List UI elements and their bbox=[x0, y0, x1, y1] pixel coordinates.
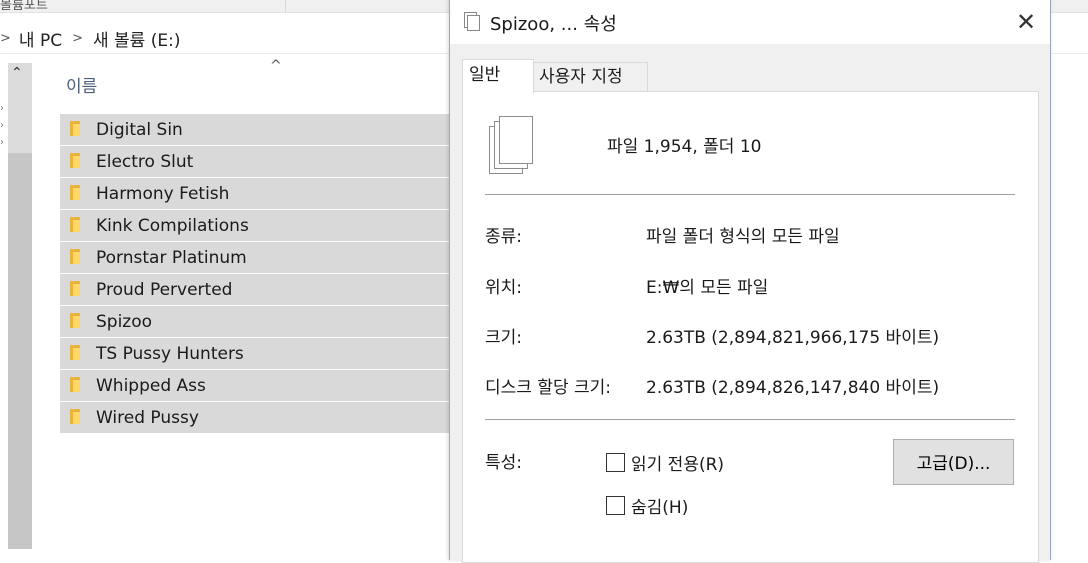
multiple-files-icon bbox=[489, 114, 539, 180]
location-value: E:₩의 모든 파일 bbox=[646, 278, 769, 298]
chevron-right-icon[interactable]: > bbox=[0, 31, 11, 46]
breadcrumb-drive[interactable]: 새 볼륨 (E:) bbox=[93, 26, 180, 51]
file-list: Digital Sin Electro Slut Harmony Fetish … bbox=[60, 114, 450, 434]
folder-name[interactable]: Wired Pussy bbox=[96, 408, 199, 428]
folder-name[interactable]: Pornstar Platinum bbox=[96, 248, 247, 268]
readonly-checkbox[interactable]: 읽기 전용(R) bbox=[606, 450, 724, 475]
folder-name[interactable]: Digital Sin bbox=[96, 120, 183, 140]
folder-icon bbox=[70, 345, 80, 360]
location-label: 위치: bbox=[485, 278, 523, 298]
list-item[interactable]: Electro Slut bbox=[60, 146, 450, 177]
readonly-label[interactable]: 읽기 전용(R) bbox=[631, 450, 724, 475]
scroll-up-icon[interactable]: ⌃ bbox=[11, 65, 23, 81]
tab-customize[interactable]: 사용자 지정 bbox=[532, 62, 648, 92]
folder-icon bbox=[70, 121, 80, 136]
size-value: 2.63TB (2,894,821,966,175 바이트) bbox=[646, 328, 940, 348]
properties-dialog: Spizoo, ... 속성 ✕ 일반 사용자 지정 파일 1,954, 폴더 … bbox=[449, 0, 1051, 563]
folder-name[interactable]: Kink Compilations bbox=[96, 216, 249, 236]
type-label: 종류: bbox=[485, 227, 523, 247]
folder-icon bbox=[70, 377, 80, 392]
files-icon bbox=[464, 12, 480, 32]
list-item[interactable]: Harmony Fetish bbox=[60, 178, 450, 209]
checkbox-box[interactable] bbox=[606, 496, 625, 515]
list-item[interactable]: Kink Compilations bbox=[60, 210, 450, 241]
folder-name[interactable]: Whipped Ass bbox=[96, 376, 206, 396]
list-item[interactable]: Pornstar Platinum bbox=[60, 242, 450, 273]
header-divider bbox=[285, 0, 286, 12]
sort-ascending-icon: ^ bbox=[270, 58, 282, 74]
divider bbox=[485, 419, 1015, 420]
folder-name[interactable]: Harmony Fetish bbox=[96, 184, 229, 204]
folder-icon bbox=[70, 281, 80, 296]
breadcrumb-pc[interactable]: 내 PC bbox=[19, 26, 62, 51]
disk-size-value: 2.63TB (2,894,826,147,840 바이트) bbox=[646, 378, 940, 398]
list-item[interactable]: TS Pussy Hunters bbox=[60, 338, 450, 369]
list-item[interactable]: Proud Perverted bbox=[60, 274, 450, 305]
folder-icon bbox=[70, 185, 80, 200]
folder-name[interactable]: Proud Perverted bbox=[96, 280, 232, 300]
folder-icon bbox=[70, 409, 80, 424]
column-header-name[interactable]: 이름 bbox=[66, 72, 97, 97]
nav-pane-edge: › › › bbox=[0, 103, 4, 148]
folder-icon bbox=[70, 249, 80, 264]
checkbox-box[interactable] bbox=[606, 453, 625, 472]
folder-icon bbox=[70, 153, 80, 168]
nav-scrollbar[interactable]: ⌃ bbox=[8, 63, 32, 549]
folder-name[interactable]: TS Pussy Hunters bbox=[96, 344, 244, 364]
header-strip-text: 볼륨포트 bbox=[0, 0, 48, 13]
dialog-titlebar[interactable]: Spizoo, ... 속성 ✕ bbox=[450, 0, 1050, 44]
list-item[interactable]: Wired Pussy bbox=[60, 402, 450, 433]
list-item[interactable]: Digital Sin bbox=[60, 114, 450, 145]
folder-icon bbox=[70, 313, 80, 328]
folder-name[interactable]: Electro Slut bbox=[96, 152, 193, 172]
close-icon[interactable]: ✕ bbox=[1006, 6, 1046, 38]
tab-general[interactable]: 일반 bbox=[462, 59, 534, 93]
breadcrumb[interactable]: > 내 PC > 새 볼륨 (E:) bbox=[0, 24, 180, 52]
scrollbar-thumb[interactable] bbox=[8, 153, 32, 549]
dialog-title: Spizoo, ... 속성 bbox=[490, 14, 617, 35]
selection-summary: 파일 1,954, 폴더 10 bbox=[607, 137, 762, 157]
disk-size-label: 디스크 할당 크기: bbox=[485, 378, 612, 398]
chevron-right-icon[interactable]: > bbox=[72, 31, 83, 46]
hidden-checkbox[interactable]: 숨김(H) bbox=[606, 493, 688, 518]
divider bbox=[485, 194, 1015, 195]
size-label: 크기: bbox=[485, 328, 523, 348]
hidden-label[interactable]: 숨김(H) bbox=[631, 493, 688, 518]
advanced-button[interactable]: 고급(D)... bbox=[893, 439, 1014, 485]
attributes-label: 특성: bbox=[485, 453, 523, 473]
folder-icon bbox=[70, 217, 80, 232]
list-item[interactable]: Whipped Ass bbox=[60, 370, 450, 401]
folder-name[interactable]: Spizoo bbox=[96, 312, 152, 332]
general-tab-panel: 파일 1,954, 폴더 10 종류: 파일 폴더 형식의 모든 파일 위치: … bbox=[462, 91, 1039, 563]
type-value: 파일 폴더 형식의 모든 파일 bbox=[646, 227, 840, 247]
list-item[interactable]: Spizoo bbox=[60, 306, 450, 337]
